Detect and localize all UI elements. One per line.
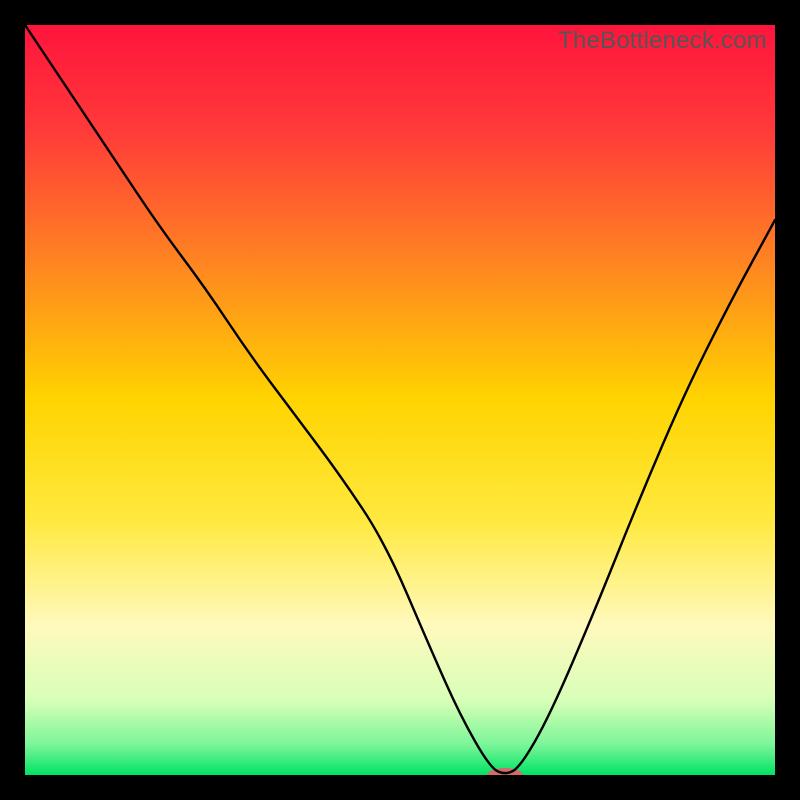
gradient-background — [25, 25, 775, 775]
chart-frame: TheBottleneck.com — [25, 25, 775, 775]
watermark-text: TheBottleneck.com — [558, 27, 767, 55]
chart-canvas — [25, 25, 775, 775]
